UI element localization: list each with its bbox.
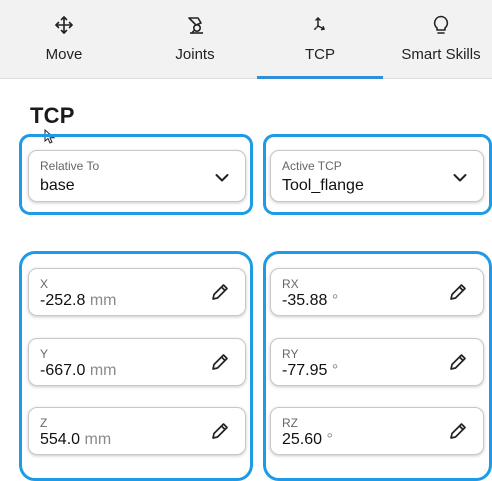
rx-unit: ° [331, 292, 339, 309]
x-value: -252.8 [40, 292, 86, 309]
relative-to-dropdown[interactable]: Relative To base [28, 150, 246, 202]
tab-tcp[interactable]: TCP [257, 0, 383, 79]
ry-value-row: -77.95 ° [282, 362, 338, 380]
page-title: TCP [30, 103, 75, 128]
rx-value-row: -35.88 ° [282, 292, 338, 310]
lightbulb-icon [433, 15, 449, 34]
pencil-icon[interactable] [209, 351, 231, 373]
rz-unit: ° [326, 431, 333, 448]
tab-bar: Move Joints TCP Smart Skills [0, 0, 492, 79]
relative-to-value: base [40, 177, 75, 194]
x-unit: mm [89, 292, 117, 309]
tab-joints-label: Joints [175, 46, 215, 63]
tab-joints[interactable]: Joints [130, 0, 260, 78]
x-value-row: -252.8 mm [40, 292, 116, 310]
tab-move-label: Move [45, 46, 83, 63]
tab-smart-skills-label: Smart Skills [401, 46, 481, 63]
active-tcp-value: Tool_flange [282, 177, 364, 194]
z-value: 554.0 [40, 431, 81, 448]
y-label: Y [40, 347, 49, 361]
relative-to-label: Relative To [40, 159, 100, 173]
rx-value: -35.88 [282, 292, 328, 309]
y-position-field[interactable]: Y -667.0 mm [28, 338, 246, 386]
pencil-icon[interactable] [447, 281, 469, 303]
ry-rotation-field[interactable]: RY -77.95 ° [270, 338, 484, 386]
y-unit: mm [89, 362, 117, 379]
ry-label: RY [282, 347, 299, 361]
robot-joint-icon [188, 17, 203, 34]
pencil-icon[interactable] [447, 351, 469, 373]
y-value: -667.0 [40, 362, 86, 379]
rz-value-row: 25.60 ° [282, 431, 333, 449]
x-label: X [40, 277, 49, 291]
z-position-field[interactable]: Z 554.0 mm [28, 407, 246, 455]
z-unit: mm [84, 431, 112, 448]
rz-rotation-field[interactable]: RZ 25.60 ° [270, 407, 484, 455]
pencil-icon[interactable] [447, 420, 469, 442]
rx-label: RX [282, 277, 299, 291]
y-value-row: -667.0 mm [40, 362, 116, 380]
rz-value: 25.60 [282, 431, 323, 448]
tab-move[interactable]: Move [0, 0, 128, 78]
chevron-down-icon [215, 174, 229, 182]
pencil-icon[interactable] [209, 281, 231, 303]
active-tcp-label: Active TCP [282, 159, 342, 173]
chevron-down-icon [453, 174, 467, 182]
rz-label: RZ [282, 416, 298, 430]
tab-tcp-label: TCP [305, 46, 335, 63]
z-value-row: 554.0 mm [40, 431, 111, 449]
rx-rotation-field[interactable]: RX -35.88 ° [270, 268, 484, 316]
pencil-icon[interactable] [209, 420, 231, 442]
tab-smart-skills[interactable]: Smart Skills [390, 0, 492, 78]
move-arrows-icon [55, 16, 73, 34]
ry-unit: ° [331, 362, 339, 379]
ry-value: -77.95 [282, 362, 328, 379]
tcp-axes-icon [313, 17, 325, 31]
x-position-field[interactable]: X -252.8 mm [28, 268, 246, 316]
active-tcp-dropdown[interactable]: Active TCP Tool_flange [270, 150, 484, 202]
z-label: Z [40, 416, 48, 430]
